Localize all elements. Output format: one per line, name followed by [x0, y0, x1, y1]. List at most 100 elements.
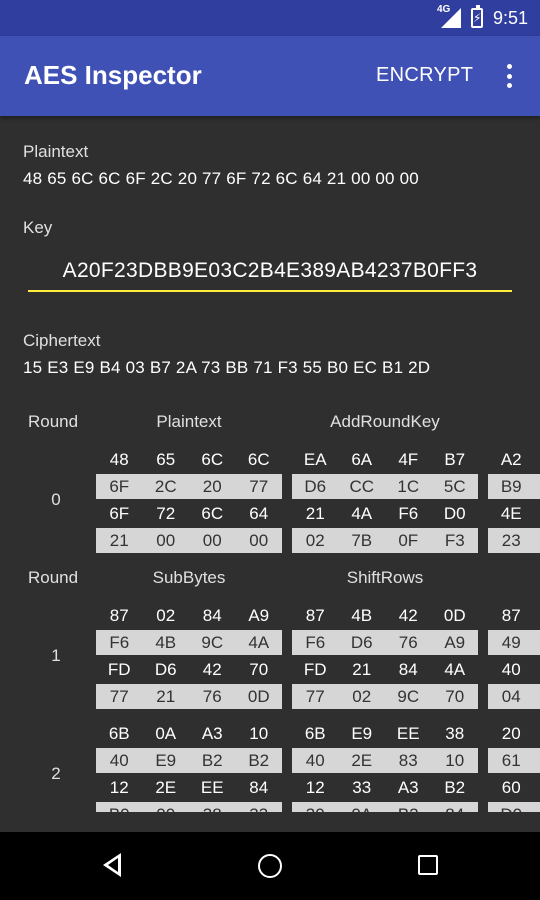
grid-cell: 2C [154, 476, 177, 496]
grid-cell: D0 [488, 805, 535, 813]
grid-row: 40 E9 B2 B2 [96, 748, 282, 773]
grid-row: EA 6A 4F B7 [292, 446, 478, 473]
grid-cell: 6C [201, 449, 224, 469]
grid-cell: B2 [248, 750, 270, 770]
subbytes-column-header: SubBytes [152, 568, 226, 587]
main-content[interactable]: Plaintext 48 65 6C 6C 6F 2C 20 77 6F 72 … [0, 116, 540, 832]
state-grid: EA 6A 4F B7 D6 CC 1C 5C 21 4A F6 D0 02 7B 0F F3 [292, 446, 478, 554]
key-input[interactable]: A20F23DBB9E03C2B4E389AB4237B0FF3 [28, 256, 512, 292]
grid-cell: 72 [156, 503, 176, 523]
grid-cell: 84 [432, 805, 479, 813]
grid-row: 77 21 76 0D [96, 684, 282, 709]
grid-row: 4E [488, 500, 540, 527]
grid-cell: 02 [156, 605, 176, 625]
grid-cell: 7B [351, 530, 373, 550]
grid-cell: 42 [398, 605, 418, 625]
grid-cell: CC [349, 476, 375, 496]
grid-cell: F6 [109, 632, 130, 652]
grid-cell: 4F [398, 449, 419, 469]
grid-cell: D0 [443, 503, 466, 523]
grid-cell: 60 [501, 777, 521, 797]
grid-cell: 4E [500, 503, 522, 523]
grid-row: FD 21 84 4A [292, 656, 478, 683]
grid-row: 02 7B 0F F3 [292, 528, 478, 553]
grid-cell: 40 [501, 659, 521, 679]
grid-cell: F3 [444, 530, 465, 550]
grid-row: 40 2E 83 10 [292, 748, 478, 773]
status-icons: 4G ⚡ 9:51 [437, 0, 528, 36]
encrypt-button[interactable]: ENCRYPT [376, 64, 473, 87]
grid-cell: EE [396, 723, 420, 743]
grid-cell: 40 [305, 750, 325, 770]
grid-row: 04 [488, 684, 540, 709]
grid-cell: D6 [304, 476, 327, 496]
grid-cell: 70 [445, 686, 465, 706]
state-grid: 6B 0A A3 10 40 E9 B2 B2 12 2E EE 84 B0003833 [96, 720, 282, 812]
state-grid-partial: A2 B9 4E 23 [488, 446, 540, 554]
app-title: AES Inspector [24, 60, 202, 90]
grid-cell: 84 [249, 777, 269, 797]
grid-cell: 77 [305, 686, 325, 706]
grid-cell: 33 [236, 805, 283, 813]
round-number: 0 [51, 490, 61, 509]
grid-cell: EE [200, 777, 224, 797]
round-number: 2 [51, 764, 61, 783]
grid-row: 87 02 84 A9 [96, 602, 282, 629]
grid-cell: 87 [109, 605, 129, 625]
navigation-bar [0, 832, 540, 900]
grid-cell: 21 [156, 686, 176, 706]
grid-cell: 30 [292, 805, 339, 813]
clock: 9:51 [492, 7, 528, 28]
grid-cell: 6B [304, 723, 326, 743]
grid-cell: 21 [352, 659, 372, 679]
state-grid: 87 02 84 A9 F6 4B 9C 4A FD D6 42 70 77 21 76 0D [96, 602, 282, 710]
grid-row: 87 [488, 602, 540, 629]
state-grid: 87 4B 42 0D F6 D6 76 A9 FD 21 84 4A 77 02 9C 70 [292, 602, 478, 710]
grid-cell: 61 [501, 750, 521, 770]
grid-cell: 10 [249, 723, 269, 743]
grid-cell: 84 [202, 605, 222, 625]
ciphertext-label: Ciphertext [23, 331, 101, 350]
grid-cell: 00 [143, 805, 190, 813]
plaintext-column-header: Plaintext [156, 412, 222, 431]
grid-row: 12 33 A3 B2 [292, 774, 478, 801]
grid-cell: F6 [398, 503, 419, 523]
grid-cell: B0 [96, 805, 143, 813]
grid-cell: 00 [156, 530, 176, 550]
plaintext-value: 48 65 6C 6C 6F 2C 20 77 6F 72 6C 64 21 0… [23, 169, 419, 188]
grid-cell: B7 [444, 449, 466, 469]
grid-row: 6F 72 6C 64 [96, 500, 282, 527]
round-header: Round [28, 568, 79, 587]
more-vert-icon[interactable] [499, 60, 519, 92]
grid-cell: B2 [444, 777, 466, 797]
grid-row: 60 [488, 774, 540, 801]
grid-cell: 77 [109, 686, 129, 706]
state-grid-partial: 87 49 40 04 [488, 602, 540, 710]
grid-cell: FD [303, 659, 327, 679]
grid-row: 6B E9 EE 38 [292, 720, 478, 747]
recent-apps-icon[interactable] [418, 855, 438, 875]
grid-cell: 21 [305, 503, 325, 523]
grid-cell: A9 [248, 605, 270, 625]
grid-cell: 6F [109, 503, 130, 523]
grid-cell: D6 [350, 632, 373, 652]
grid-row: D6 CC 1C 5C [292, 474, 478, 499]
grid-row: 87 4B 42 0D [292, 602, 478, 629]
grid-cell: 4B [155, 632, 177, 652]
grid-cell: B9 [500, 476, 522, 496]
grid-cell: 23 [501, 530, 521, 550]
key-label: Key [23, 218, 53, 237]
home-icon[interactable] [258, 854, 282, 878]
grid-row: 61 [488, 748, 540, 773]
grid-cell: 83 [398, 750, 418, 770]
grid-row: 21 00 00 00 [96, 528, 282, 553]
round-header: Round [28, 412, 79, 431]
addroundkey-column-header: AddRoundKey [330, 412, 440, 431]
grid-cell: 4A [444, 659, 466, 679]
grid-cell: 48 [109, 449, 129, 469]
state-grid: 6BE9EE38 402E8310 1233A3B2 300AB284 [292, 720, 478, 812]
grid-row: 12 2E EE 84 [96, 774, 282, 801]
grid-cell: 76 [202, 686, 222, 706]
grid-cell: EA [303, 449, 327, 469]
grid-cell: 70 [249, 659, 269, 679]
